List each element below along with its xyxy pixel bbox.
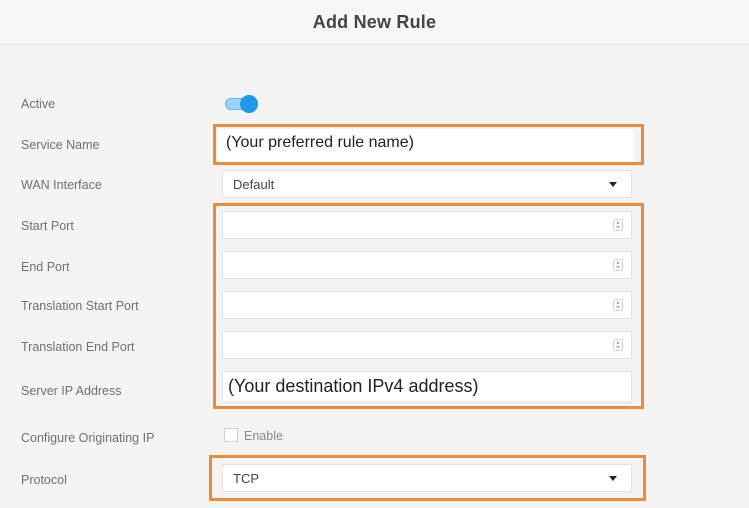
configure-originating-ip-label: Configure Originating IP [21,431,155,445]
active-toggle[interactable] [225,95,259,113]
page-title: Add New Rule [312,11,437,32]
dropdown-caret-icon [609,182,617,187]
spinner-icon[interactable] [613,219,623,231]
start-port-input[interactable] [222,211,632,239]
enable-label: Enable [244,429,283,443]
translation-start-port-label: Translation Start Port [21,299,139,313]
translation-start-port-input[interactable] [222,291,632,319]
spinner-icon[interactable] [613,259,623,271]
server-ip-label: Server IP Address [21,384,122,398]
active-label: Active [21,97,56,111]
wan-interface-select[interactable]: Default [222,170,632,198]
service-name-value: (Your preferred rule name) [226,134,414,151]
spinner-icon[interactable] [613,339,623,351]
server-ip-input[interactable]: (Your destination IPv4 address) [222,371,632,403]
protocol-value: TCP [233,471,259,486]
spinner-icon[interactable] [613,299,623,311]
protocol-select[interactable]: TCP [222,464,632,492]
enable-checkbox[interactable] [224,428,238,442]
start-port-label: Start Port [21,219,74,233]
dropdown-caret-icon [609,476,617,481]
dialog-header: Add New Rule [0,0,749,45]
service-name-label: Service Name [21,138,100,152]
service-name-input[interactable]: (Your preferred rule name) [218,129,634,161]
server-ip-value: (Your destination IPv4 address) [228,376,479,396]
wan-interface-label: WAN Interface [21,178,102,192]
end-port-label: End Port [21,260,70,274]
end-port-input[interactable] [222,251,632,279]
protocol-label: Protocol [21,473,67,487]
translation-end-port-input[interactable] [222,331,632,359]
wan-interface-value: Default [233,177,275,192]
toggle-knob [240,95,258,113]
translation-end-port-label: Translation End Port [21,340,135,354]
